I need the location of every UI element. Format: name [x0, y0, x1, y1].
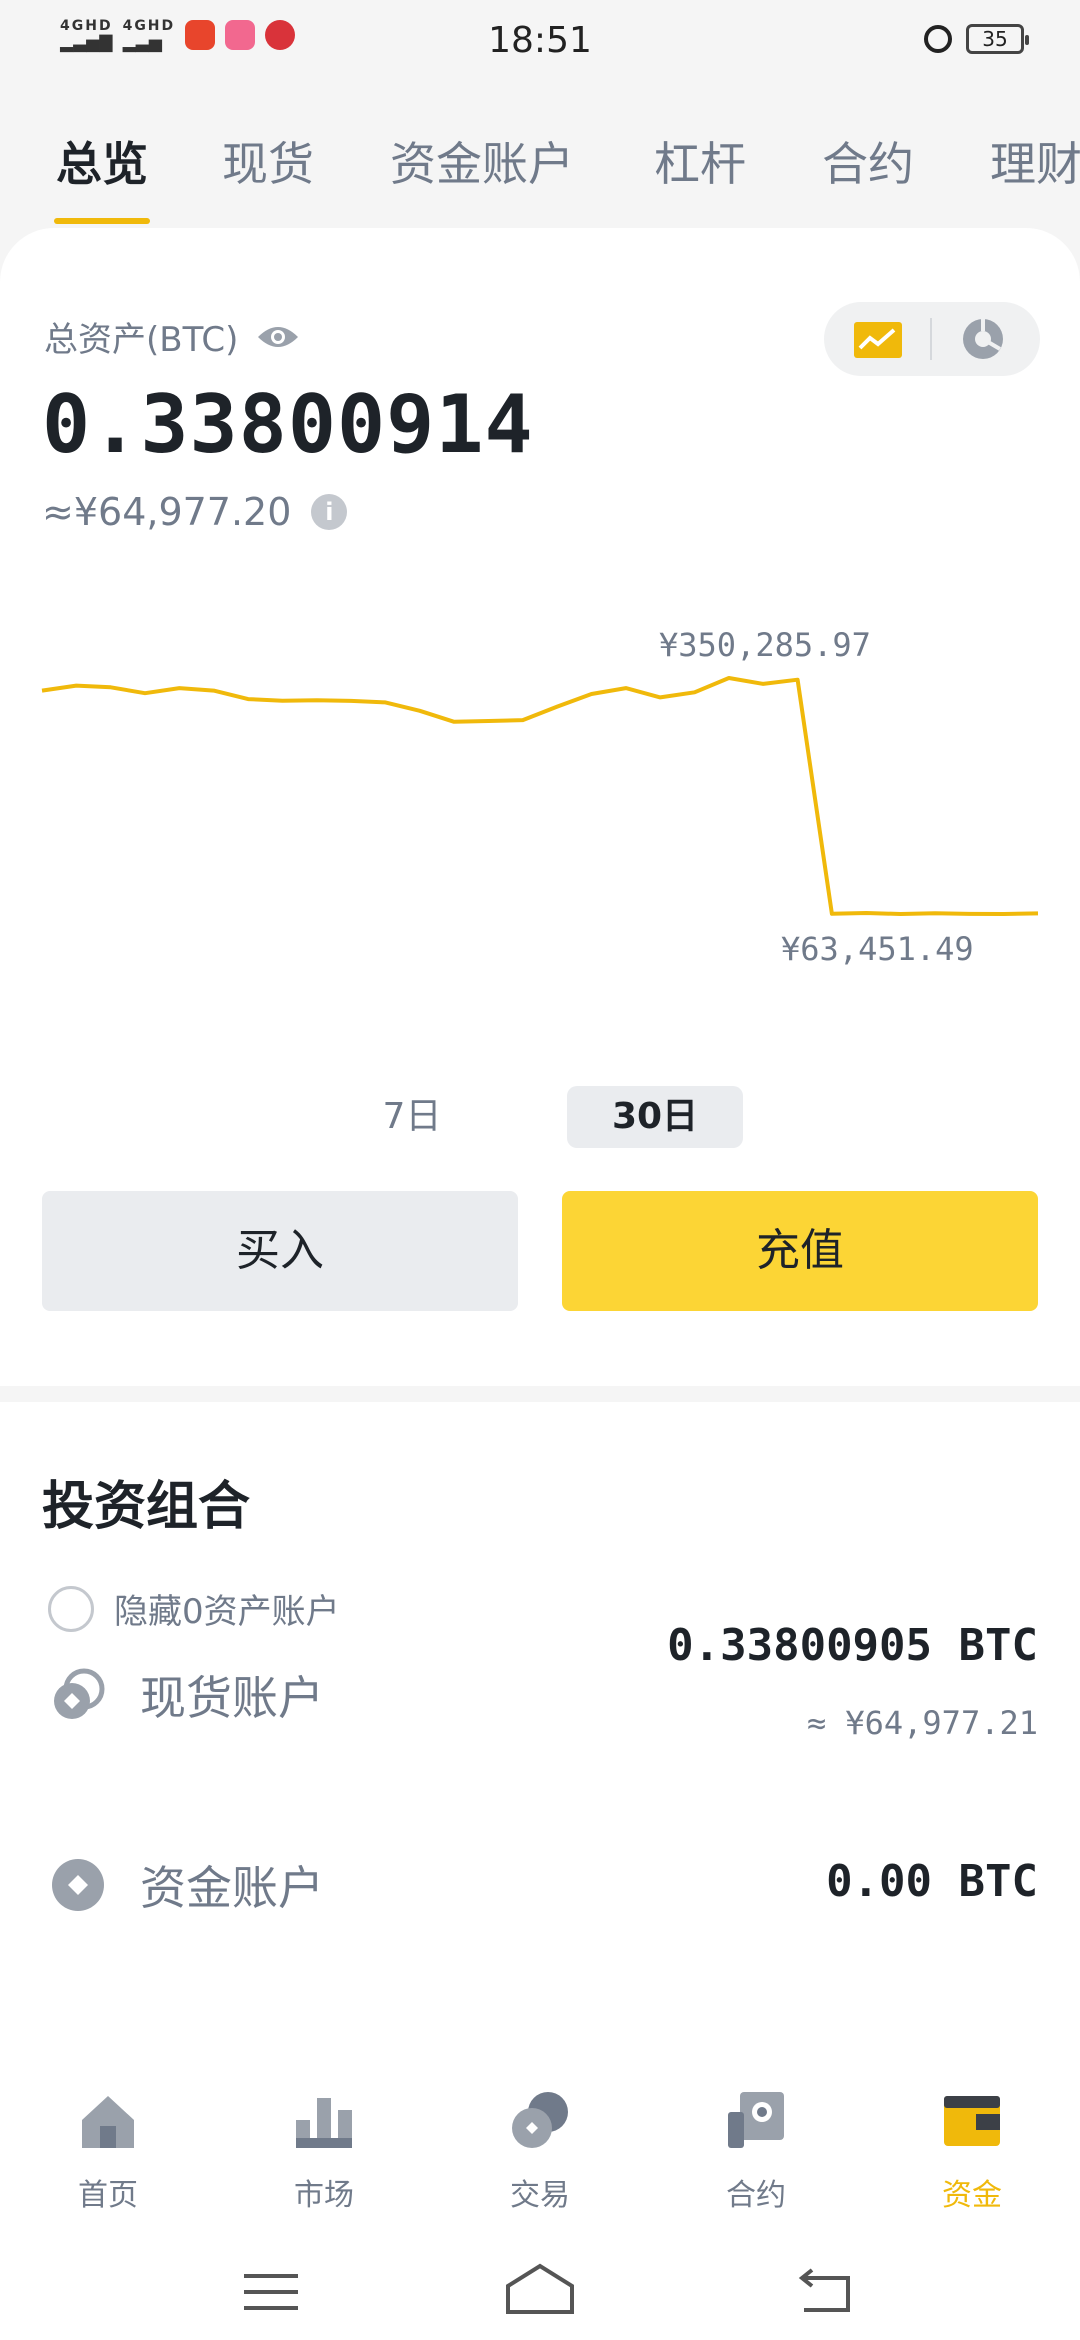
nav-wallet[interactable]: 资金 — [912, 2090, 1032, 2214]
nav-markets[interactable]: 市场 — [264, 2090, 384, 2214]
wallet-icon — [944, 2096, 1000, 2146]
nav-markets-label: 市场 — [294, 2178, 354, 2213]
tab-funding[interactable]: 资金账户 — [390, 128, 574, 194]
nav-trade-label: 交易 — [510, 2178, 570, 2213]
buy-button[interactable]: 买入 — [42, 1191, 518, 1311]
range-7d-button[interactable]: 7日 — [352, 1086, 472, 1148]
deposit-button[interactable]: 充值 — [562, 1191, 1038, 1311]
tab-earn[interactable]: 理财 — [990, 128, 1080, 194]
tab-margin[interactable]: 杠杆 — [654, 128, 746, 194]
nav-futures-label: 合约 — [726, 2178, 786, 2213]
nav-trade[interactable]: 交易 — [480, 2090, 600, 2214]
nav-wallet-label: 资金 — [942, 2178, 1002, 2213]
info-icon[interactable]: i — [311, 494, 348, 530]
spot-account-name: 现货账户 — [140, 1671, 324, 1725]
hide-zero-radio[interactable] — [48, 1585, 94, 1632]
line-chart-icon[interactable] — [854, 322, 902, 358]
bottom-navigation: 首页 市场 交易 合约 资金 — [0, 2002, 1080, 2222]
pie-chart-icon[interactable] — [960, 316, 1006, 362]
toggle-divider — [930, 318, 932, 360]
balance-fiat-approx: ≈¥64,977.20 i — [42, 490, 348, 534]
battery-icon: 35 — [966, 24, 1029, 54]
chart-min-label: ¥63,451.49 — [781, 930, 974, 968]
spot-account-icon — [54, 1668, 105, 1719]
portfolio-title: 投资组合 — [42, 1477, 251, 1537]
total-assets-label: 总资产(BTC) — [44, 312, 300, 361]
overview-card: 总资产(BTC) 0.33800914 ≈¥64,977.20 i ¥350,2… — [0, 228, 1080, 1388]
markets-icon — [296, 2098, 352, 2148]
chart-view-toggle — [824, 302, 1040, 376]
status-bar: 4GHD ▂▃▅▇ 4GHD ▂▃▅ 18:51 35 — [0, 0, 1080, 84]
funding-account-icon — [52, 1859, 104, 1911]
spot-account-fiat: ≈ ¥64,977.21 — [806, 1704, 1038, 1742]
account-tabs: 总览 现货 资金账户 杠杆 合约 理财 — [0, 110, 1080, 230]
spot-account-amount: 0.33800905 BTC — [667, 1620, 1038, 1671]
home-icon — [82, 2096, 134, 2148]
nav-home[interactable]: 首页 — [48, 2090, 168, 2214]
trade-icon — [512, 2092, 568, 2148]
tab-futures[interactable]: 合约 — [822, 128, 914, 194]
funding-account-name: 资金账户 — [140, 1861, 324, 1915]
funding-account-amount: 0.00 BTC — [826, 1856, 1038, 1907]
hide-zero-toggle[interactable]: 隐藏0资产账户 — [48, 1584, 340, 1633]
home-system-icon[interactable] — [504, 2262, 576, 2316]
chart-max-label: ¥350,285.97 — [659, 626, 871, 664]
funding-account-row[interactable]: 资金账户 — [50, 1852, 324, 1918]
range-30d-button[interactable]: 30日 — [567, 1086, 743, 1148]
portfolio-section: 投资组合 隐藏0资产账户 现货账户 0.33800905 BTC ≈ ¥64,9… — [0, 1402, 1080, 2002]
chart-series-line — [41, 676, 1039, 916]
spot-account-row[interactable]: 现货账户 — [50, 1662, 324, 1728]
tab-spot[interactable]: 现货 — [222, 128, 314, 194]
menu-icon[interactable] — [244, 2272, 298, 2312]
hide-zero-label: 隐藏0资产账户 — [114, 1592, 340, 1632]
clock: 18:51 — [488, 20, 592, 61]
system-navigation-bar — [0, 2222, 1080, 2340]
futures-icon — [728, 2092, 784, 2148]
tab-overview[interactable]: 总览 — [56, 128, 148, 194]
nav-home-label: 首页 — [78, 2178, 138, 2213]
nav-futures[interactable]: 合约 — [696, 2090, 816, 2214]
active-tab-indicator — [54, 218, 150, 224]
back-icon[interactable] — [796, 2266, 852, 2316]
total-balance: 0.33800914 — [42, 378, 534, 471]
alarm-icon — [924, 25, 952, 53]
section-divider — [0, 1386, 1080, 1402]
eye-icon[interactable] — [256, 323, 300, 351]
